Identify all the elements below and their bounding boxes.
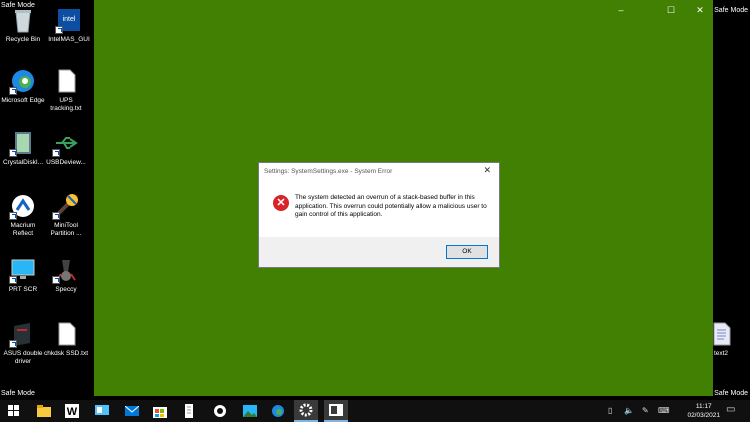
clock-time: 11:17 xyxy=(695,403,712,410)
notepad-icon[interactable] xyxy=(178,400,202,422)
desktop-icon-speccy[interactable]: Speccy xyxy=(43,256,89,294)
desktop-icon-recycle-bin[interactable]: Recycle Bin xyxy=(0,6,46,44)
icon-label: Recycle Bin xyxy=(5,36,41,43)
icon-label: Speccy xyxy=(55,286,77,293)
text-file-icon xyxy=(52,320,80,348)
desktop-icon-microsoft-edge[interactable]: Microsoft Edge xyxy=(0,67,46,105)
minitool-icon xyxy=(52,192,80,220)
icon-label: CrystalDiskI... xyxy=(2,159,44,166)
desktop-icon-ups-tracking[interactable]: UPS tracking.txt xyxy=(43,67,89,113)
start-icon[interactable] xyxy=(2,400,26,422)
icon-label: MiniTool Partition ... xyxy=(50,222,82,237)
icon-label: chkdsk SSD.txt xyxy=(43,350,89,357)
recycle-bin-icon xyxy=(9,6,37,34)
notifications-icon[interactable]: ▭ xyxy=(726,404,735,415)
intel-icon: intel xyxy=(55,6,83,34)
edge-icon xyxy=(9,67,37,95)
icon-label: IntelMAS_GUI xyxy=(48,36,90,43)
control-panel-icon[interactable] xyxy=(90,400,114,422)
speccy-icon xyxy=(52,256,80,284)
icon-label: Microsoft Edge xyxy=(1,97,45,104)
settings-icon[interactable] xyxy=(294,400,318,422)
monitor-icon xyxy=(9,256,37,284)
photo-viewer-icon[interactable] xyxy=(238,400,262,422)
desktop-icon-crystaldisk[interactable]: CrystalDiskI... xyxy=(0,129,46,167)
crystaldisk-icon xyxy=(9,129,37,157)
dialog-title: Settings: SystemSettings.exe - System Er… xyxy=(264,168,393,175)
desktop-icon-prt-scr[interactable]: PRT SCR xyxy=(0,256,46,294)
dialog-footer: OK xyxy=(259,237,499,267)
desktop-icon-usbdeview[interactable]: USBDeview... xyxy=(43,129,89,167)
icon-label: Macrium Reflect xyxy=(10,222,36,237)
icon-label: UPS tracking.txt xyxy=(50,97,82,112)
close-button[interactable]: ✕ xyxy=(688,4,712,16)
icon-label: USBDeview... xyxy=(46,159,86,166)
safe-mode-label-top-right: Safe Mode xyxy=(714,7,748,14)
taskbar: W ▯ 🔈 ✎ ⌨ 11:17 02/03/2021 ▭ xyxy=(0,400,750,422)
photo-icon[interactable] xyxy=(324,400,348,422)
text-file-icon xyxy=(52,67,80,95)
icon-label: PRT SCR xyxy=(8,286,38,293)
maximize-button[interactable]: ☐ xyxy=(659,4,683,16)
desktop-icon-asus[interactable]: ASUS double driver xyxy=(0,320,46,366)
ok-button[interactable]: OK xyxy=(446,245,488,259)
dialog-close-button[interactable]: ✕ xyxy=(483,165,491,176)
battery-icon[interactable]: ▯ xyxy=(608,406,612,415)
edge-icon[interactable] xyxy=(266,400,290,422)
safe-mode-label-bottom-right: Safe Mode xyxy=(714,390,748,397)
macrium-icon xyxy=(9,192,37,220)
pen-icon[interactable]: ✎ xyxy=(642,406,649,415)
clock-date: 02/03/2021 xyxy=(687,412,720,419)
system-error-dialog: Settings: SystemSettings.exe - System Er… xyxy=(258,162,500,268)
icon-label: ASUS double driver xyxy=(3,350,43,365)
svg-text:W: W xyxy=(67,406,78,418)
safe-mode-label-bottom-left: Safe Mode xyxy=(1,390,35,397)
mail-icon[interactable] xyxy=(120,400,144,422)
error-icon: ✕ xyxy=(273,195,289,211)
word-icon[interactable]: W xyxy=(60,400,84,422)
usb-icon xyxy=(52,129,80,157)
speccy-icon[interactable] xyxy=(208,400,232,422)
desktop-icon-minitool[interactable]: MiniTool Partition ... xyxy=(43,192,89,238)
asus-icon xyxy=(9,320,37,348)
svg-text:intel: intel xyxy=(63,16,76,23)
taskbar-clock[interactable]: 11:17 02/03/2021 xyxy=(687,402,720,420)
file-explorer-icon[interactable] xyxy=(32,400,56,422)
dialog-message: The system detected an overrun of a stac… xyxy=(295,194,487,218)
store-icon[interactable] xyxy=(148,400,172,422)
desktop-icon-macrium[interactable]: Macrium Reflect xyxy=(0,192,46,238)
desktop-icon-chkdsk[interactable]: chkdsk SSD.txt xyxy=(43,320,89,358)
volume-icon[interactable]: 🔈 xyxy=(624,406,634,415)
keyboard-icon[interactable]: ⌨ xyxy=(658,406,670,415)
minimize-button[interactable]: – xyxy=(609,4,633,16)
desktop-icon-intelmas[interactable]: intel IntelMAS_GUI xyxy=(46,6,92,44)
